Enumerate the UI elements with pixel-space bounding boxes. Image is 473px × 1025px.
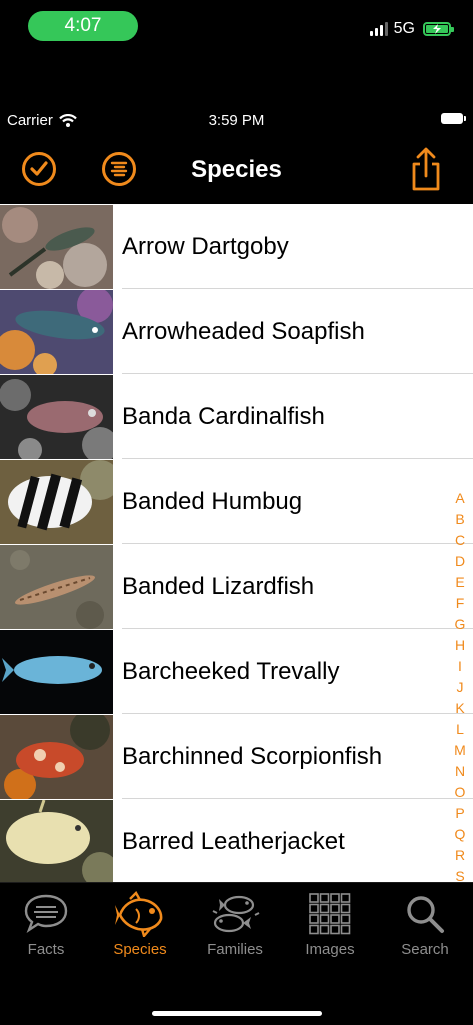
index-letter[interactable]: S — [455, 866, 464, 882]
tab-search[interactable]: Search — [378, 889, 472, 958]
list-item[interactable]: Barcheeked Trevally — [0, 629, 473, 714]
tab-families[interactable]: Families — [188, 889, 282, 958]
index-letter[interactable]: D — [455, 551, 465, 572]
list-item[interactable]: Arrowheaded Soapfish — [0, 289, 473, 374]
species-name: Barchinned Scorpionfish — [122, 742, 383, 770]
index-letter[interactable]: B — [455, 509, 464, 530]
species-name: Arrow Dartgoby — [122, 232, 289, 260]
list-item[interactable]: Arrow Dartgoby — [0, 204, 473, 289]
speech-bubble-icon — [24, 894, 68, 934]
species-thumbnail — [0, 799, 113, 882]
alphabet-index[interactable]: ABCDEFGHIJKLMNOPQRSTUVWYZ — [451, 488, 469, 882]
fish-family-icon — [212, 895, 260, 933]
tab-label: Search — [401, 941, 449, 958]
species-thumbnail — [0, 289, 113, 374]
navigation-bar: Species — [0, 140, 473, 202]
index-letter[interactable]: Q — [455, 824, 466, 845]
index-letter[interactable]: C — [455, 530, 465, 551]
index-letter[interactable]: K — [455, 698, 464, 719]
species-name: Barcheeked Trevally — [122, 657, 340, 685]
index-letter[interactable]: F — [456, 593, 465, 614]
battery-icon — [441, 113, 466, 124]
share-icon — [412, 147, 440, 191]
species-list[interactable]: Arrow Dartgoby Arrowheaded Soapfish Band… — [0, 204, 473, 882]
species-name: Arrowheaded Soapfish — [122, 317, 365, 345]
list-item[interactable]: Banda Cardinalfish — [0, 374, 473, 459]
index-letter[interactable]: P — [455, 803, 464, 824]
species-name: Banded Humbug — [122, 487, 303, 515]
list-item[interactable]: Banded Humbug — [0, 459, 473, 544]
index-letter[interactable]: N — [455, 761, 465, 782]
device-time: 4:07 — [28, 11, 138, 41]
list-item[interactable]: Barred Leatherjacket — [0, 799, 473, 882]
index-letter[interactable]: M — [454, 740, 466, 761]
index-letter[interactable]: O — [455, 782, 466, 803]
species-name: Banded Lizardfish — [122, 572, 315, 600]
share-button[interactable] — [409, 146, 443, 192]
search-icon — [407, 896, 444, 933]
tab-facts[interactable]: Facts — [0, 889, 93, 958]
species-thumbnail — [0, 629, 113, 714]
species-name: Banda Cardinalfish — [122, 402, 325, 430]
tab-bar: Facts Species Families Images Search — [0, 882, 473, 1025]
app-status-bar: Carrier 3:59 PM — [0, 104, 473, 134]
species-thumbnail — [0, 204, 113, 289]
species-thumbnail — [0, 714, 113, 799]
index-letter[interactable]: I — [458, 656, 462, 677]
species-name: Barred Leatherjacket — [122, 827, 345, 855]
battery-charging-icon — [423, 22, 454, 36]
tab-label: Images — [305, 941, 355, 958]
tab-species[interactable]: Species — [93, 889, 187, 958]
index-letter[interactable]: L — [456, 719, 464, 740]
tab-label: Species — [113, 941, 167, 958]
page-title: Species — [191, 156, 282, 183]
signal-icon — [369, 22, 388, 36]
index-letter[interactable]: A — [455, 488, 464, 509]
index-letter[interactable]: H — [455, 635, 465, 656]
fish-icon — [115, 891, 163, 937]
species-thumbnail — [0, 544, 113, 629]
species-thumbnail — [0, 374, 113, 459]
app-status-time: 3:59 PM — [208, 112, 265, 129]
home-indicator — [152, 1011, 322, 1016]
tab-label: Families — [207, 941, 263, 958]
grid-icon — [309, 893, 351, 935]
index-letter[interactable]: G — [455, 614, 466, 635]
index-letter[interactable]: E — [455, 572, 464, 593]
device-status-bar: 4:07 5G — [0, 0, 473, 56]
tab-label: Facts — [27, 941, 65, 958]
tab-images[interactable]: Images — [283, 889, 377, 958]
species-thumbnail — [0, 459, 113, 544]
network-label: 5G — [393, 20, 415, 37]
list-item[interactable]: Barchinned Scorpionfish — [0, 714, 473, 799]
index-letter[interactable]: R — [455, 845, 465, 866]
list-item[interactable]: Banded Lizardfish — [0, 544, 473, 629]
index-letter[interactable]: J — [457, 677, 464, 698]
